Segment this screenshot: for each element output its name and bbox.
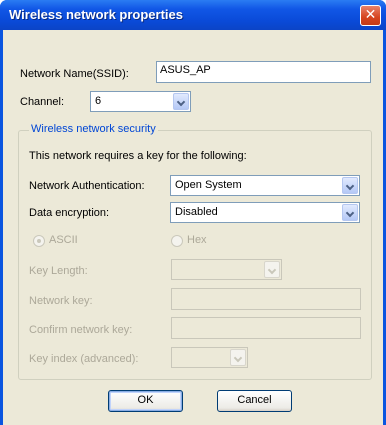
encryption-select[interactable]: Disabled [170, 202, 360, 223]
security-group-title: Wireless network security [29, 123, 158, 135]
key-length-select[interactable] [171, 259, 282, 280]
chevron-down-icon[interactable] [264, 261, 280, 278]
cancel-button[interactable]: Cancel [217, 390, 292, 412]
authentication-value: Open System [175, 179, 242, 191]
close-button[interactable]: ✕ [360, 5, 381, 26]
ascii-label: ASCII [49, 234, 78, 246]
key-index-label: Key index (advanced): [29, 353, 139, 365]
chevron-down-icon[interactable] [342, 204, 358, 221]
chevron-down-icon[interactable] [230, 349, 246, 366]
authentication-select[interactable]: Open System [170, 175, 360, 196]
dialog-body: Network Name(SSID): ASUS_AP Channel: 6 W… [3, 30, 383, 425]
security-groupbox [18, 130, 372, 380]
authentication-label: Network Authentication: [29, 180, 145, 192]
key-index-select[interactable] [171, 347, 248, 368]
hex-label: Hex [187, 234, 207, 246]
network-key-input[interactable] [171, 288, 361, 310]
channel-select[interactable]: 6 [90, 91, 191, 112]
encryption-value: Disabled [175, 206, 218, 218]
close-icon: ✕ [364, 7, 377, 23]
confirm-key-input[interactable] [171, 317, 361, 339]
ascii-radio[interactable] [33, 235, 45, 247]
title-bar[interactable]: Wireless network properties ✕ [0, 0, 386, 30]
network-key-label: Network key: [29, 295, 93, 307]
network-name-value: ASUS_AP [160, 64, 211, 76]
dialog-window: Wireless network properties ✕ Network Na… [0, 0, 386, 425]
network-name-input[interactable]: ASUS_AP [156, 61, 371, 83]
channel-value: 6 [95, 95, 102, 107]
hex-radio[interactable] [171, 235, 183, 247]
ok-button[interactable]: OK [108, 390, 183, 412]
security-description: This network requires a key for the foll… [29, 150, 247, 162]
key-length-label: Key Length: [29, 265, 88, 277]
chevron-down-icon[interactable] [342, 177, 358, 194]
encryption-label: Data encryption: [29, 207, 110, 219]
dialog-title: Wireless network properties [9, 7, 183, 22]
network-name-label: Network Name(SSID): [20, 68, 129, 80]
confirm-key-label: Confirm network key: [29, 324, 133, 336]
chevron-down-icon[interactable] [173, 93, 189, 110]
channel-label: Channel: [20, 96, 65, 108]
